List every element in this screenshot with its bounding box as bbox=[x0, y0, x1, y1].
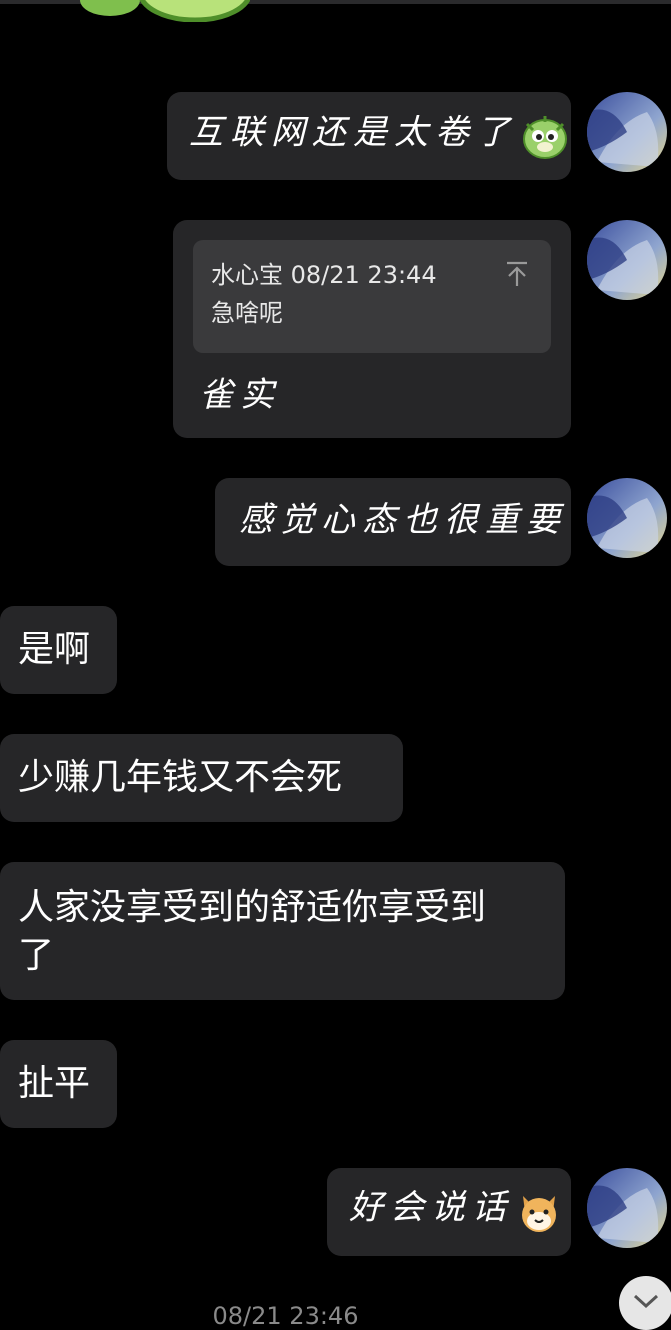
dragon-sticker-icon bbox=[521, 114, 569, 164]
message-bubble-incoming[interactable]: 人家没享受到的舒适你享受到 了 bbox=[0, 862, 565, 1000]
avatar-self[interactable] bbox=[587, 220, 667, 300]
avatar-self[interactable] bbox=[587, 1168, 667, 1248]
message-text: 感觉心态也很重要 bbox=[239, 500, 567, 540]
scroll-to-bottom-button[interactable] bbox=[619, 1276, 671, 1330]
quoted-message[interactable]: 水心宝 08/21 23:44 急啥呢 bbox=[193, 240, 551, 353]
message-bubble-incoming[interactable]: 是啊 bbox=[0, 606, 117, 694]
message-bubble-outgoing-reply[interactable]: 水心宝 08/21 23:44 急啥呢 雀实 bbox=[173, 220, 571, 438]
message-bubble-outgoing[interactable]: 互联网还是太卷了 bbox=[167, 92, 571, 180]
quoted-time: 08/21 23:44 bbox=[290, 261, 437, 289]
quoted-header: 水心宝 08/21 23:44 bbox=[211, 260, 533, 290]
chevron-down-icon bbox=[632, 1291, 660, 1315]
message-bubble-outgoing[interactable]: 好会说话 bbox=[327, 1168, 571, 1256]
message-text: 雀实 bbox=[199, 375, 281, 415]
message-bubble-incoming[interactable]: 少赚几年钱又不会死 bbox=[0, 734, 403, 822]
message-timestamp: 08/21 23:46 bbox=[212, 1302, 359, 1330]
avatar-self[interactable] bbox=[587, 478, 667, 558]
message-text: 好会说话 bbox=[349, 1187, 513, 1228]
message-bubble-outgoing[interactable]: 感觉心态也很重要 bbox=[215, 478, 571, 566]
message-text: 是啊 bbox=[18, 629, 91, 670]
shiba-dog-icon bbox=[517, 1190, 561, 1238]
jump-to-top-icon[interactable] bbox=[505, 260, 529, 288]
message-text: 少赚几年钱又不会死 bbox=[18, 757, 343, 798]
message-text-line-1: 人家没享受到的舒适你享受到 bbox=[18, 887, 487, 928]
quoted-text: 急啥呢 bbox=[211, 299, 283, 327]
avatar-self[interactable] bbox=[587, 92, 667, 172]
quoted-sender: 水心宝 bbox=[211, 261, 283, 289]
message-text: 扯平 bbox=[18, 1063, 91, 1104]
message-bubble-incoming[interactable]: 扯平 bbox=[0, 1040, 117, 1128]
message-text: 互联网还是太卷了 bbox=[189, 112, 517, 153]
sticker-partial-icon bbox=[80, 0, 251, 23]
message-text-line-2: 了 bbox=[18, 935, 55, 976]
